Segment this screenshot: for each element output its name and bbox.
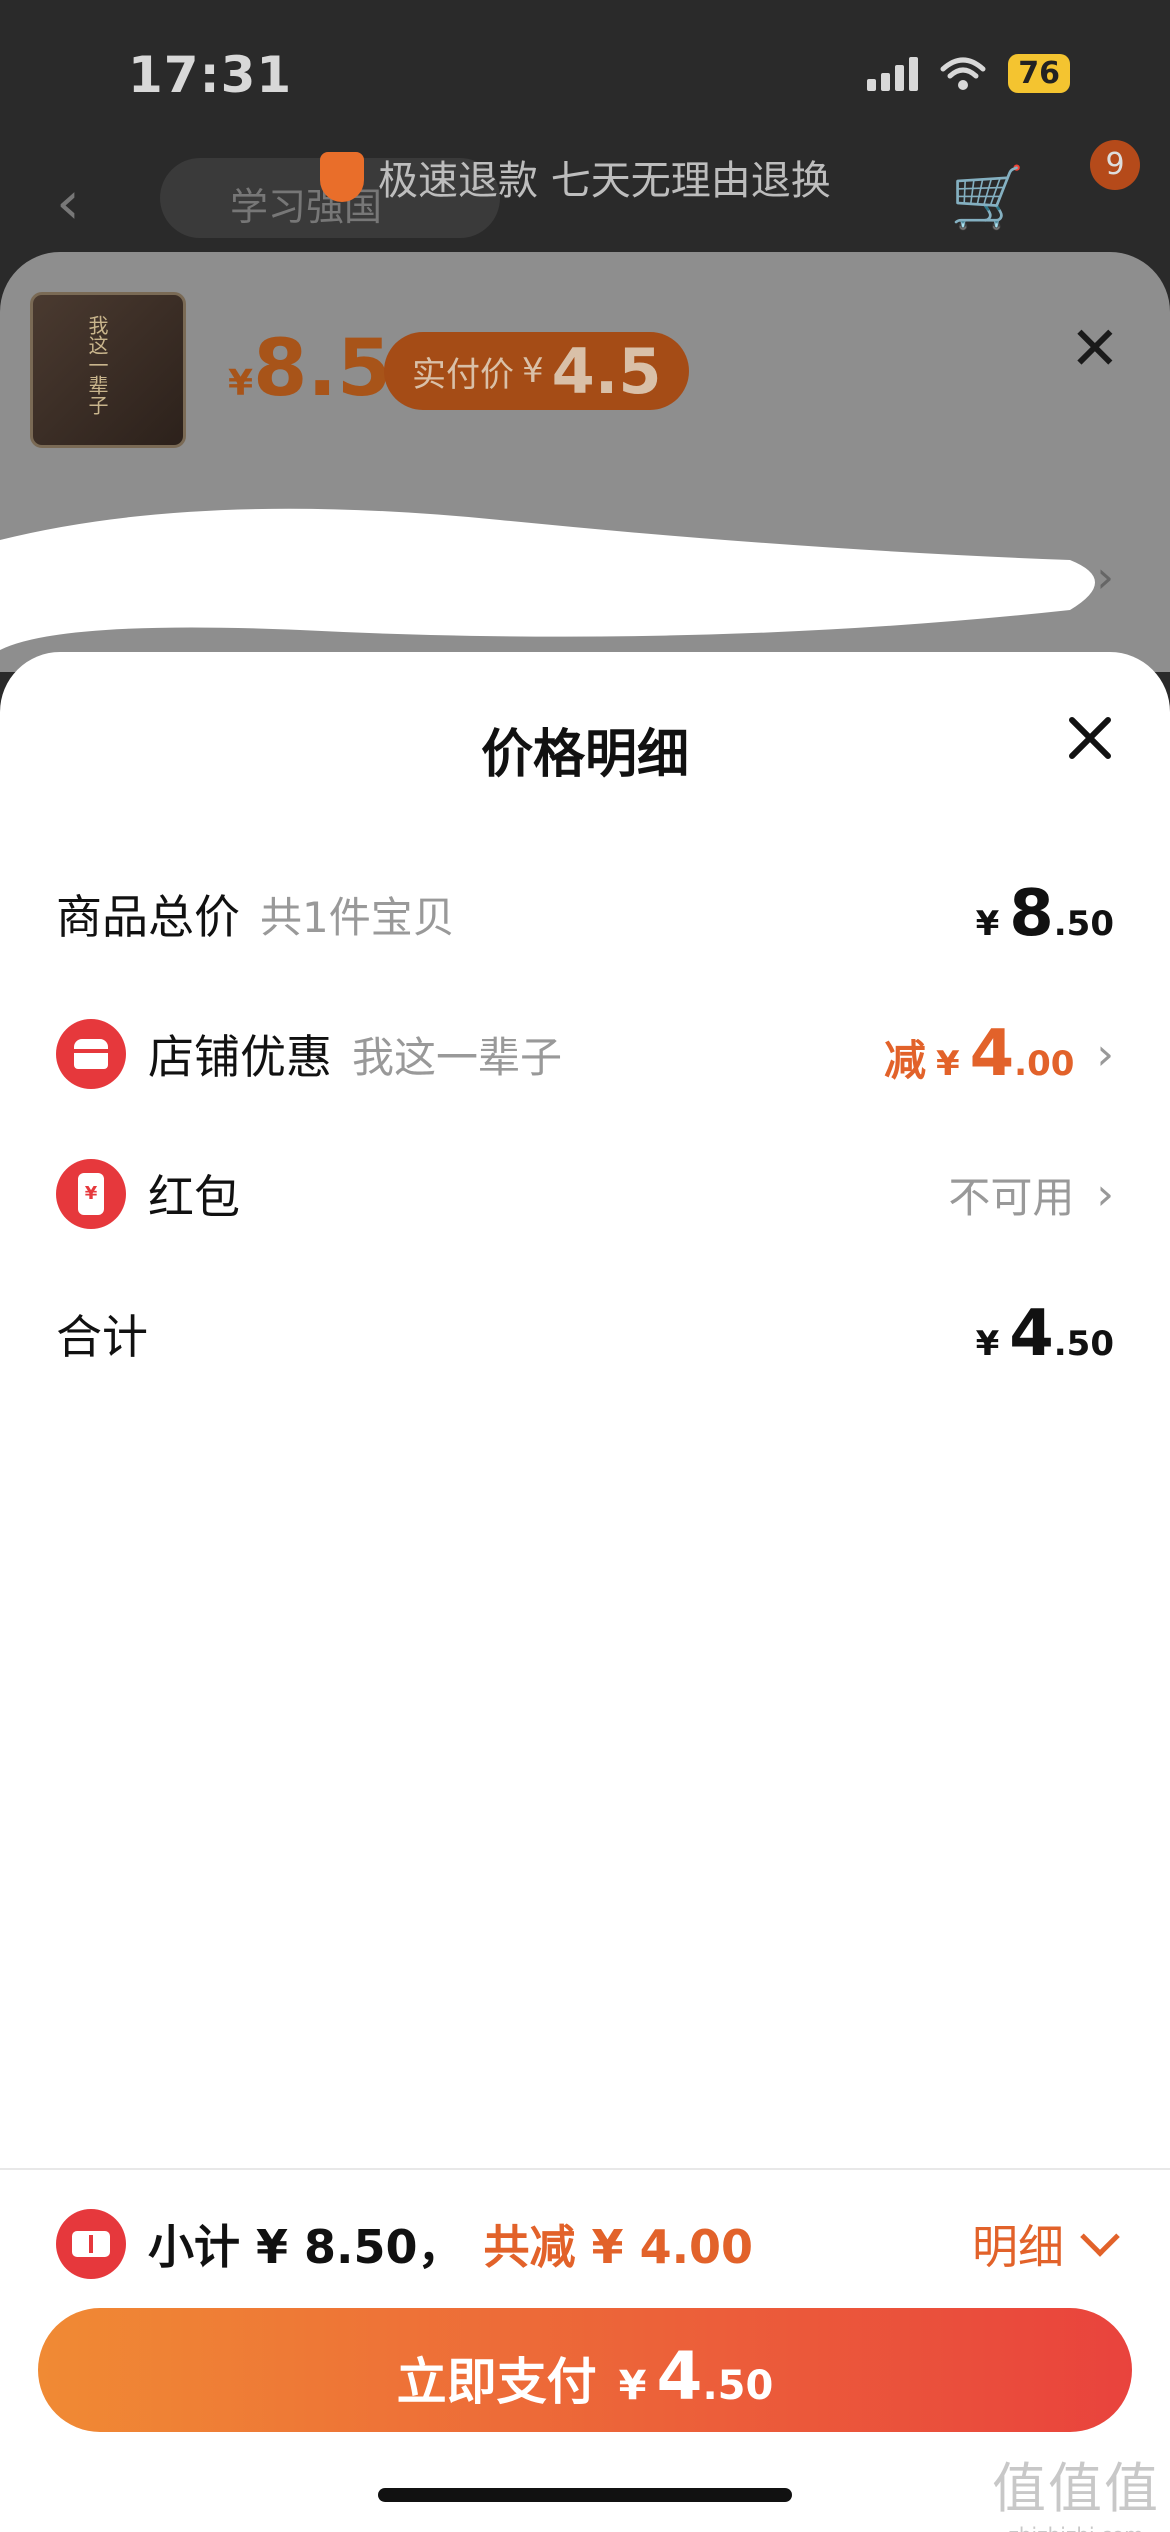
cellular-signal-icon (867, 56, 919, 91)
chevron-down-icon (1080, 2217, 1120, 2257)
amount-decimal: .50 (1053, 1324, 1114, 1364)
home-indicator (378, 2488, 792, 2502)
chevron-right-icon: › (1096, 1028, 1114, 1080)
red-packet-icon: ¥ (56, 1159, 126, 1229)
actual-price-pill: 实付价 ¥ 4.5 (384, 332, 690, 410)
row-hongbao[interactable]: ¥ 红包 不可用 › (56, 1149, 1114, 1239)
actual-price-label: 实付价 (412, 354, 514, 395)
wifi-icon (940, 57, 986, 90)
chevron-right-icon: › (1096, 1168, 1114, 1220)
shop-icon (56, 1019, 126, 1089)
sku-price-symbol: ¥ (228, 363, 254, 404)
row-goods-total: 商品总价 共1件宝贝 ¥ 8 .50 (56, 869, 1114, 959)
refund-notice: 极速退款 七天无理由退换 (320, 148, 831, 206)
hongbao-status: 不可用 (948, 1164, 1074, 1225)
pay-now-button[interactable]: 立即支付 ¥ 4 .50 (38, 2308, 1132, 2432)
amount-decimal: .00 (1014, 1044, 1075, 1084)
row-label: 店铺优惠 (148, 1030, 332, 1084)
savings-text: 共减 ¥ 4.00 (483, 2220, 754, 2274)
bottom-divider (0, 2168, 1170, 2170)
row-shop-discount[interactable]: 店铺优惠 我这一辈子 减 ¥ 4 .00 › (56, 1009, 1114, 1099)
battery-icon: 76 (1008, 54, 1070, 93)
detail-label: 明细 (972, 2220, 1064, 2274)
amount-integer: 4 (969, 1017, 1015, 1091)
coupon-icon (56, 2209, 126, 2279)
row-label: 商品总价 (56, 890, 240, 944)
background-header: ‹ 学习强国 极速退款 七天无理由退换 🛒 9 (0, 140, 1170, 250)
currency-symbol: ¥ (975, 904, 1000, 944)
detail-toggle[interactable]: 明细 (972, 2211, 1120, 2277)
currency-symbol: ¥ (975, 1324, 1000, 1364)
shop-discount-amount: 减 ¥ 4 .00 (884, 1017, 1074, 1091)
watermark-url: zhizhizhi.com (992, 2523, 1160, 2532)
watermark: 值值值 zhizhizhi.com (992, 2444, 1160, 2532)
actual-price-symbol: ¥ (522, 351, 544, 391)
row-label: 合计 (56, 1310, 148, 1364)
status-indicators: 76 (867, 54, 1070, 93)
row-total: 合计 ¥ 4 .50 (56, 1289, 1114, 1379)
row-sub: 我这一辈子 (352, 1032, 563, 1082)
pay-decimal: .50 (702, 2363, 774, 2409)
goods-total-amount: ¥ 8 .50 (976, 877, 1114, 951)
sheet-title: 价格明细 (480, 725, 689, 785)
price-detail-sheet: 价格明细 商品总价 共1件宝贝 ¥ 8 .50 店铺优惠 我这一辈子 减 ¥ 4… (0, 652, 1170, 2532)
pay-currency: ¥ (618, 2363, 647, 2409)
actual-price-value: 4.5 (551, 334, 662, 408)
row-label: 红包 (148, 1170, 240, 1224)
currency-symbol: ¥ (935, 1044, 960, 1084)
sku-price-value: 8.5 (253, 324, 392, 414)
cart-icon: 🛒 (950, 163, 1025, 233)
amount-decimal: .50 (1053, 904, 1114, 944)
cart-badge: 9 (1090, 140, 1140, 190)
redaction-scribble (0, 508, 1095, 650)
book-title: 我这一辈子 (85, 315, 109, 415)
row-sub: 共1件宝贝 (260, 892, 455, 942)
pay-integer: 4 (656, 2338, 703, 2415)
refund-notice-text: 极速退款 七天无理由退换 (378, 158, 831, 204)
pay-label: 立即支付 (396, 2353, 597, 2411)
red-packet-glyph: ¥ (78, 1173, 104, 1215)
hongbao-value: 不可用 (948, 1172, 1075, 1222)
sku-close-icon[interactable]: ✕ (1070, 314, 1120, 384)
close-icon[interactable] (1060, 708, 1120, 768)
status-bar: 17:31 76 (0, 0, 1170, 150)
watermark-logo: 值值值 (992, 2457, 1160, 2520)
total-amount: ¥ 4 .50 (976, 1297, 1114, 1371)
discount-prefix: 减 (883, 1036, 926, 1085)
amount-integer: 4 (1009, 1297, 1054, 1371)
sku-price: ¥8.5 (228, 324, 391, 414)
subtotal-bar: 小计 ¥ 8.50， 共减 ¥ 4.00 明细 (56, 2204, 1120, 2284)
back-icon: ‹ (56, 168, 80, 238)
subtotal-text: 小计 ¥ 8.50， (148, 2220, 464, 2274)
shield-check-icon (320, 152, 364, 202)
product-thumbnail: 我这一辈子 (30, 292, 186, 448)
status-time: 17:31 (128, 46, 293, 104)
amount-integer: 8 (1009, 877, 1054, 951)
